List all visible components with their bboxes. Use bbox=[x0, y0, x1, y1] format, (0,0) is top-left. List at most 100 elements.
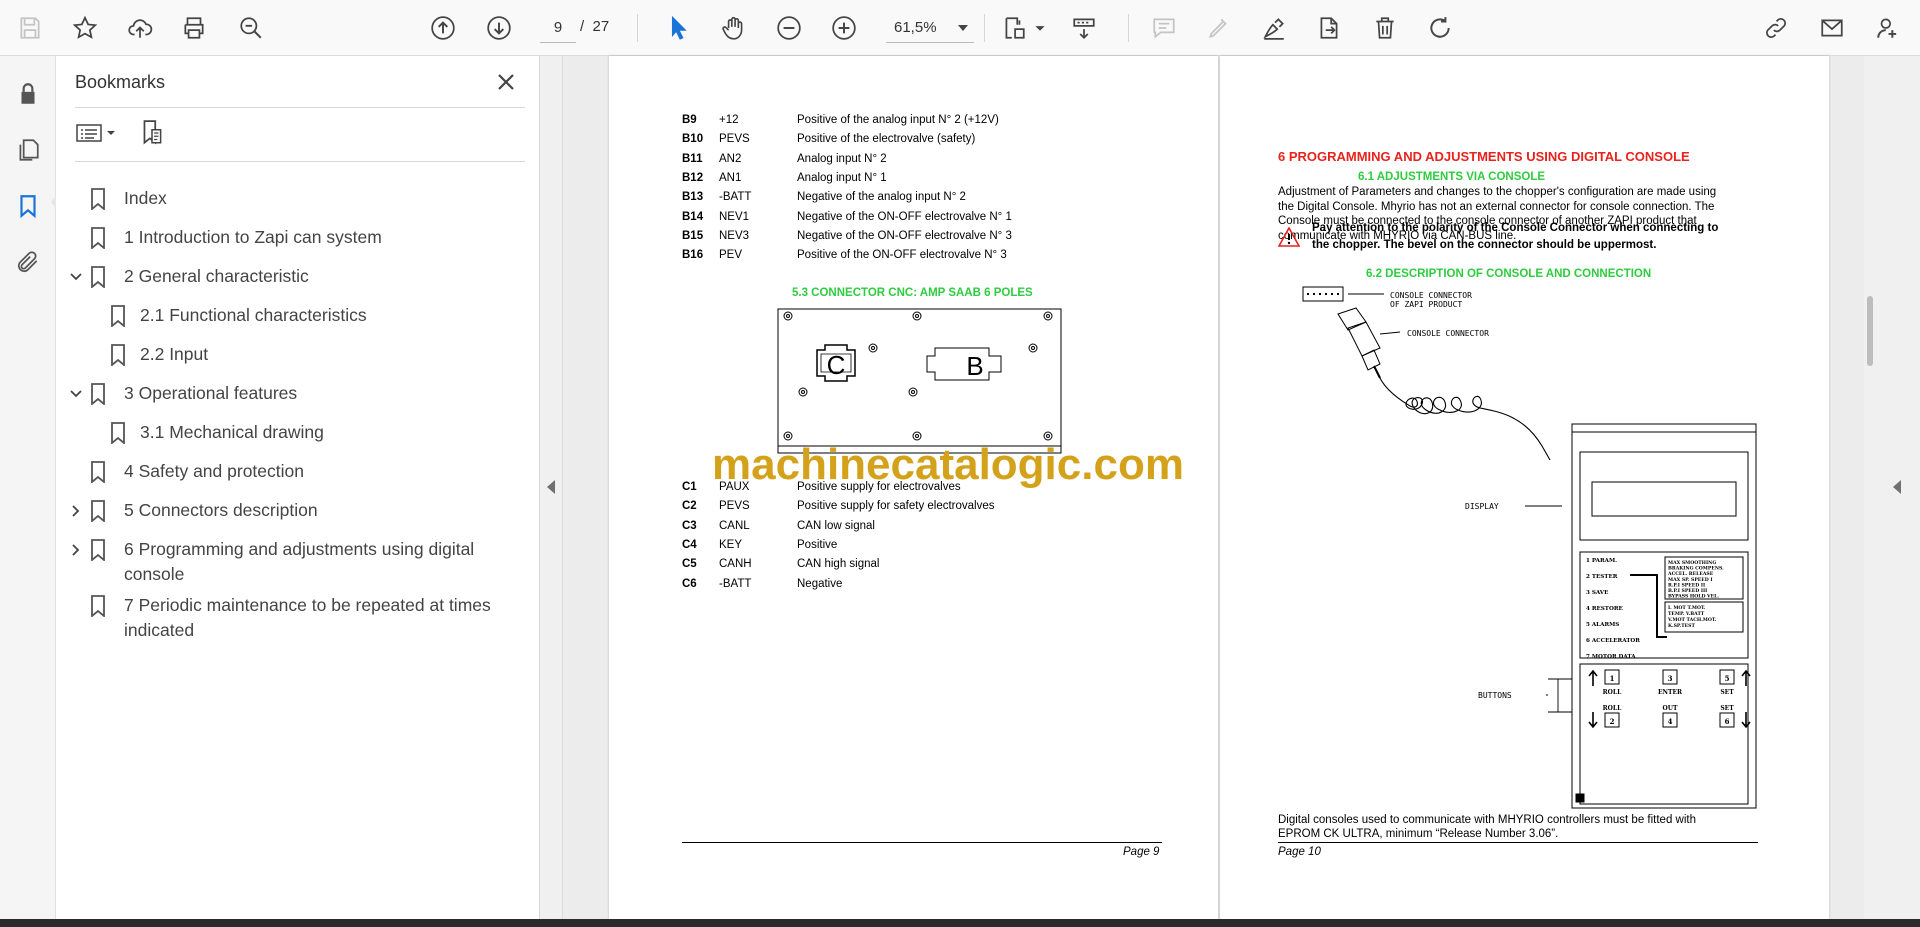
chapter-heading: 6 PROGRAMMING AND ADJUSTMENTS USING DIGI… bbox=[1278, 149, 1690, 164]
console-param-item: R.P.I SPEED II bbox=[1668, 582, 1705, 588]
console-tester-item: TEMP. V.BATT bbox=[1668, 611, 1705, 617]
console-key-label: SET bbox=[1720, 705, 1734, 712]
console-tester-item: V.MOT TACH.MOT. bbox=[1667, 617, 1717, 623]
bookmark-icon bbox=[91, 227, 105, 249]
console-key-label: ENTER bbox=[1658, 689, 1683, 696]
console-menu-item: 2 TESTER bbox=[1586, 574, 1618, 580]
close-icon[interactable] bbox=[492, 68, 520, 96]
highlight-icon[interactable] bbox=[1201, 10, 1237, 46]
console-param-item: MAX SP. SPEED I bbox=[1668, 577, 1713, 583]
export-icon[interactable] bbox=[1311, 10, 1347, 46]
paragraph-line: Adjustment of Parameters and changes to … bbox=[1278, 186, 1717, 198]
zoom-select[interactable]: 61,5% bbox=[886, 13, 974, 43]
bookmark-label: 7 Periodic maintenance to be repeated at… bbox=[124, 595, 491, 615]
print-icon[interactable] bbox=[176, 10, 212, 46]
console-tester-item: I. MOT T.MOT. bbox=[1668, 605, 1706, 611]
label-display: DISPLAY bbox=[1465, 502, 1499, 511]
bookmark-icon bbox=[111, 344, 125, 366]
warning-line: Pay attention to the polarity of the Con… bbox=[1312, 222, 1719, 234]
delete-icon[interactable] bbox=[1367, 10, 1403, 46]
bookmark-icon bbox=[91, 595, 105, 617]
watermark: machinecatalogic.com bbox=[712, 440, 1184, 489]
note-line: Digital consoles used to communicate wit… bbox=[1278, 814, 1696, 826]
comment-icon[interactable] bbox=[1146, 10, 1182, 46]
bookmark-icon bbox=[111, 305, 125, 327]
bookmark-icon bbox=[91, 500, 105, 522]
console-diagram: CONSOLE CONNECTOR OF ZAPI PRODUCT CONSOL… bbox=[1302, 286, 1757, 809]
fit-dropdown-icon[interactable] bbox=[1022, 10, 1058, 46]
bookmark-icon[interactable] bbox=[12, 190, 44, 222]
console-key: 1 bbox=[1610, 674, 1615, 683]
cloud-upload-icon[interactable] bbox=[122, 10, 158, 46]
bookmark-label: 3.1 Mechanical drawing bbox=[140, 422, 324, 442]
chevron-right-icon[interactable] bbox=[68, 542, 84, 558]
console-param-item: MAX SMOOTHING bbox=[1668, 560, 1716, 566]
add-user-icon[interactable] bbox=[1870, 10, 1906, 46]
zoom-out-icon[interactable] bbox=[771, 10, 807, 46]
console-param-item: B.P.I SPEED III bbox=[1668, 588, 1707, 594]
console-tester-item: K.SP.TEST bbox=[1668, 623, 1695, 629]
console-param-item: ACCEL. RELEASE bbox=[1667, 571, 1714, 577]
chevron-down-icon[interactable] bbox=[68, 386, 84, 402]
star-icon[interactable] bbox=[67, 10, 103, 46]
console-key-label: ROLL bbox=[1603, 689, 1622, 696]
sign-icon[interactable] bbox=[1256, 10, 1292, 46]
rotate-icon[interactable] bbox=[1422, 10, 1458, 46]
warning-icon bbox=[1278, 227, 1300, 247]
new-bookmark-icon[interactable] bbox=[136, 118, 168, 148]
page-down-icon[interactable] bbox=[481, 10, 517, 46]
subheading-adjustments: 6.1 ADJUSTMENTS VIA CONSOLE bbox=[1358, 171, 1546, 183]
bookmark-label: 2.2 Input bbox=[140, 344, 209, 364]
collapse-panel-handle[interactable] bbox=[540, 56, 563, 919]
attachment-icon[interactable] bbox=[12, 246, 44, 278]
bookmark-icon bbox=[91, 383, 105, 405]
bookmark-label: 4 Safety and protection bbox=[124, 461, 304, 481]
share-link-icon[interactable] bbox=[1758, 10, 1794, 46]
pages-icon[interactable] bbox=[12, 134, 44, 166]
chevron-down-icon[interactable] bbox=[68, 269, 84, 285]
console-param-item: BYPASS HOLD VEL. bbox=[1668, 594, 1719, 600]
connector-b-label: B bbox=[966, 351, 983, 381]
bookmark-icon bbox=[91, 266, 105, 288]
chevron-right-icon[interactable] bbox=[68, 503, 84, 519]
console-key: 4 bbox=[1668, 717, 1673, 726]
page-footer: Page 10 bbox=[1278, 846, 1321, 858]
zoom-in-icon[interactable] bbox=[826, 10, 862, 46]
console-menu-item: 1 PARAM. bbox=[1586, 558, 1617, 564]
bookmark-label: 2.1 Functional characteristics bbox=[140, 305, 367, 325]
bookmark-icon bbox=[91, 188, 105, 210]
right-panel-handle[interactable] bbox=[1877, 56, 1920, 919]
note-line: EPROM CK ULTRA, minimum “Release Number … bbox=[1278, 828, 1559, 840]
select-cursor-icon[interactable] bbox=[661, 10, 697, 46]
lock-icon[interactable] bbox=[12, 78, 44, 110]
page-up-icon[interactable] bbox=[425, 10, 461, 46]
console-menu-item: 7 MOTOR DATA bbox=[1586, 654, 1636, 660]
console-key-label: OUT bbox=[1663, 705, 1678, 712]
zoom-search-icon[interactable] bbox=[233, 10, 269, 46]
bookmark-label: Index bbox=[124, 188, 167, 208]
options-menu-button[interactable] bbox=[75, 118, 121, 148]
page-footer: Page 9 bbox=[1123, 846, 1160, 858]
document-scrollbar[interactable] bbox=[1864, 56, 1877, 919]
section-title: 5.3 CONNECTOR CNC: AMP SAAB 6 POLES bbox=[792, 287, 1033, 299]
console-key: 3 bbox=[1668, 674, 1673, 683]
scroll-mode-icon[interactable] bbox=[1066, 10, 1102, 46]
page-number-input[interactable]: 9 bbox=[540, 13, 576, 43]
bookmarks-panel: Bookmarks Index 1 Introduction to Zapi c… bbox=[56, 56, 540, 919]
console-key: 6 bbox=[1725, 717, 1730, 726]
console-key-label: SET bbox=[1720, 689, 1734, 696]
panel-title: Bookmarks bbox=[75, 72, 166, 92]
bookmark-label-continued: indicated bbox=[124, 620, 195, 640]
save-icon[interactable] bbox=[12, 10, 48, 46]
console-key-label: ROLL bbox=[1603, 705, 1622, 712]
connector-drawing: C B bbox=[777, 308, 1062, 454]
hand-icon[interactable] bbox=[716, 10, 752, 46]
console-menu-item: 5 ALARMS bbox=[1586, 622, 1619, 628]
bookmark-label: 2 General characteristic bbox=[124, 266, 309, 286]
email-icon[interactable] bbox=[1814, 10, 1850, 46]
console-key: 2 bbox=[1610, 717, 1615, 726]
label-console-connector: CONSOLE CONNECTOR bbox=[1407, 329, 1489, 338]
bookmark-label-continued: console bbox=[124, 564, 185, 584]
console-key: 5 bbox=[1725, 674, 1730, 683]
bookmark-icon bbox=[91, 461, 105, 483]
